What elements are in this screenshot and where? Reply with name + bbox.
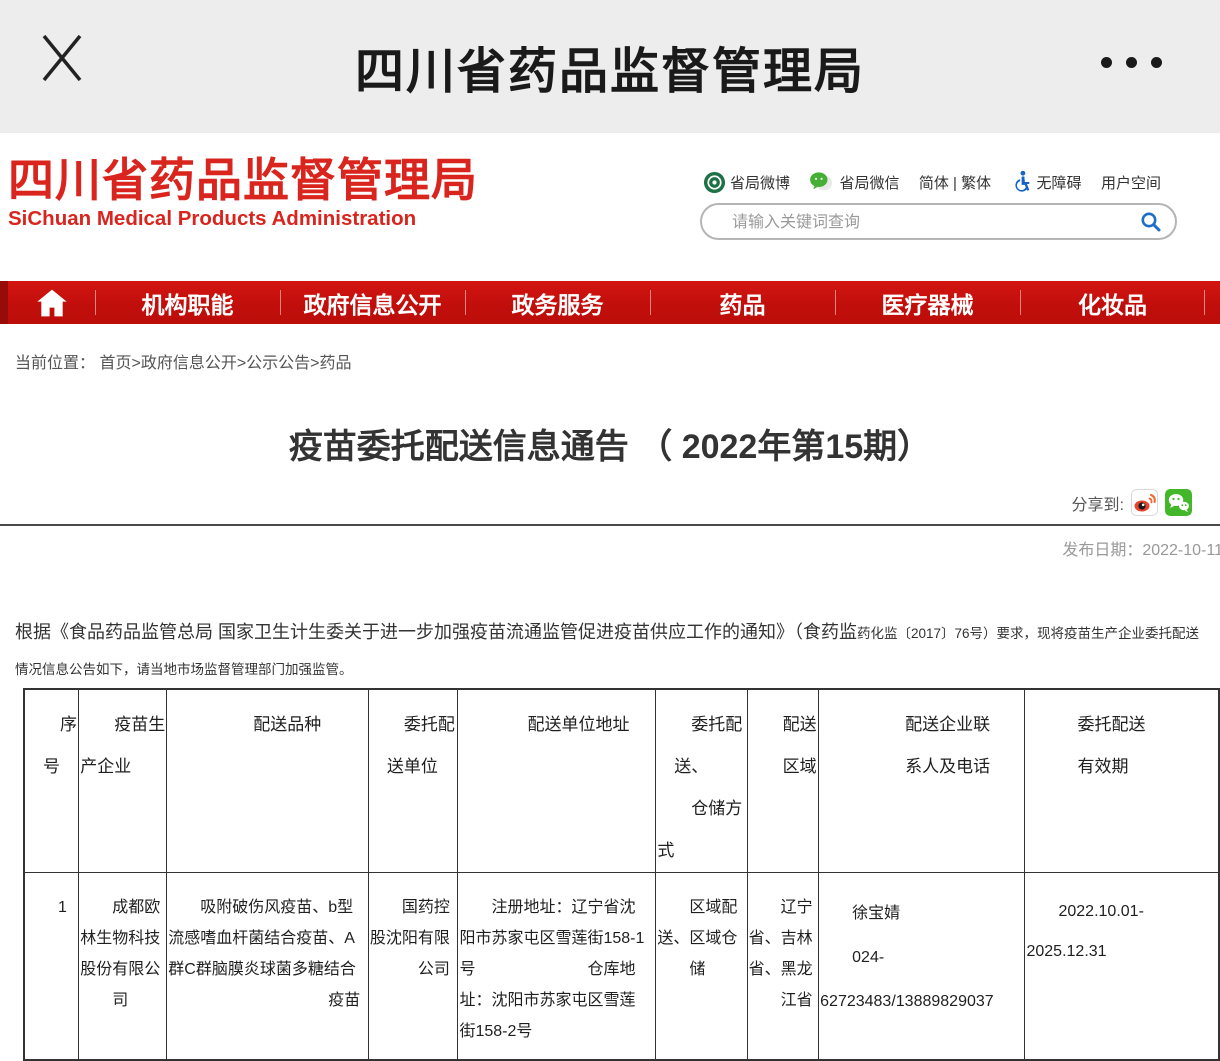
header-vaccine-producer: 疫苗生 产企业	[79, 689, 167, 873]
logo-chinese: 四川省药品监督管理局	[8, 155, 478, 205]
cell-valid-period: 2022.10.01- 2025.12.31	[1025, 873, 1219, 1061]
cell-unit-address: 注册地址：辽宁省沈 阳市苏家屯区雪莲街158-1 号 仓库地 址：沈阳市苏家屯区…	[458, 873, 656, 1061]
share-label: 分享到:	[1072, 491, 1124, 515]
user-space-link[interactable]: 用户空间	[1101, 172, 1161, 193]
nav-left-strip	[0, 281, 8, 324]
cell-vaccine-producer: 成都欧 林生物科技 股份有限公 司	[79, 873, 167, 1061]
header-serial-number: 序 号	[24, 689, 79, 873]
table-header-row: 序 号 疫苗生 产企业 配送品种 委托配 送单位 配送单位地址 委托配 送、 仓…	[24, 689, 1219, 873]
paragraph-text-small: 药化监〔2017〕76号）要求，现将疫苗生产企业委托配送	[857, 626, 1199, 641]
paragraph-text-line2: 情况信息公告如下，请当地市场监督管理部门加强监管。	[15, 662, 353, 677]
vaccine-distribution-table: 序 号 疫苗生 产企业 配送品种 委托配 送单位 配送单位地址 委托配 送、 仓…	[23, 688, 1220, 1061]
cell-delivery-varieties: 吸附破伤风疫苗、b型 流感嗜血杆菌结合疫苗、A 群C群脑膜炎球菌多糖结合 疫苗	[167, 873, 369, 1061]
wechat-bubble-icon	[809, 171, 835, 193]
cell-contact-phone: 徐宝婧 024- 62723483/13889829037	[819, 873, 1025, 1061]
accessibility-icon	[1011, 170, 1033, 194]
body-paragraph-line2: 情况信息公告如下，请当地市场监督管理部门加强监管。	[15, 658, 1220, 679]
nav-item-jigouzhineng[interactable]: 机构职能	[95, 281, 280, 324]
share-row: 分享到:	[1072, 489, 1192, 516]
paragraph-text-large: 根据《食品药品监管总局 国家卫生计生委关于进一步加强疫苗流通监管促进疫苗供应工作…	[15, 622, 857, 642]
home-icon	[36, 288, 68, 318]
nav-item-xinxigongkai[interactable]: 政府信息公开	[280, 281, 465, 324]
body-paragraph-line1: 根据《食品药品监管总局 国家卫生计生委关于进一步加强疫苗流通监管促进疫苗供应工作…	[15, 618, 1220, 644]
publish-date: 发布日期：2022-10-11	[1062, 536, 1220, 560]
site-header: 四川省药品监督管理局 SiChuan Medical Products Admi…	[0, 133, 1220, 281]
header-delivery-storage-mode: 委托配 送、 仓储方 式	[656, 689, 747, 873]
page-window-title: 四川省药品监督管理局	[0, 32, 1220, 103]
header-unit-address: 配送单位地址	[458, 689, 656, 873]
cell-delivery-storage-mode: 区域配 送、区域仓 储	[656, 873, 747, 1061]
breadcrumb-trail[interactable]: 首页>政府信息公开>公示公告>药品	[99, 355, 351, 372]
nav-home-button[interactable]	[8, 281, 95, 324]
weibo-badge-icon	[703, 171, 726, 194]
breadcrumb-label: 当前位置：	[15, 355, 95, 372]
search-box	[700, 203, 1177, 240]
accessibility-link[interactable]: 无障碍	[1011, 170, 1082, 194]
nav-item-huazhuangpin[interactable]: 化妆品	[1020, 281, 1205, 324]
header-quicklinks: 省局微博 省局微信 简体 | 繁体 无障碍 用户空间	[703, 170, 1161, 194]
header-delivery-region: 配送 区域	[747, 689, 819, 873]
weibo-link[interactable]: 省局微博	[703, 171, 790, 194]
header-contact-phone: 配送企业联 系人及电话	[819, 689, 1025, 873]
search-input[interactable]	[730, 208, 1114, 237]
cell-entrusted-unit: 国药控 股沈阳有限 公司	[368, 873, 458, 1061]
nav-item-zhengwufuwu[interactable]: 政务服务	[465, 281, 650, 324]
nav-item-yaopin[interactable]: 药品	[650, 281, 835, 324]
header-entrusted-unit: 委托配 送单位	[368, 689, 458, 873]
cell-serial-number: 1	[24, 873, 79, 1061]
header-valid-period: 委托配送 有效期	[1025, 689, 1219, 873]
header-delivery-varieties: 配送品种	[167, 689, 369, 873]
breadcrumb: 当前位置： 首页>政府信息公开>公示公告>药品	[15, 349, 352, 373]
more-menu-icon[interactable]	[1101, 57, 1162, 68]
share-wechat-icon[interactable]	[1165, 489, 1192, 516]
table-row: 1 成都欧 林生物科技 股份有限公 司 吸附破伤风疫苗、b型 流感嗜血杆菌结合疫…	[24, 873, 1219, 1061]
simplified-traditional-toggle[interactable]: 简体 | 繁体	[919, 172, 991, 193]
article-title: 疫苗委托配送信息通告 （ 2022年第15期）	[0, 419, 1220, 468]
site-logo[interactable]: 四川省药品监督管理局 SiChuan Medical Products Admi…	[8, 155, 478, 231]
search-icon[interactable]	[1139, 210, 1163, 234]
logo-english: SiChuan Medical Products Administration	[8, 207, 478, 231]
title-divider	[0, 524, 1220, 526]
wechat-titlebar: 四川省药品监督管理局	[0, 0, 1220, 133]
main-nav: 机构职能 政府信息公开 政务服务 药品 医疗器械 化妆品	[0, 281, 1220, 324]
share-weibo-icon[interactable]	[1131, 489, 1158, 516]
cell-delivery-region: 辽宁 省、吉林 省、黑龙 江省	[747, 873, 819, 1061]
wechat-link[interactable]: 省局微信	[809, 171, 899, 193]
nav-item-yiliaoqixie[interactable]: 医疗器械	[835, 281, 1020, 324]
nav-items: 机构职能 政府信息公开 政务服务 药品 医疗器械 化妆品	[95, 281, 1205, 324]
